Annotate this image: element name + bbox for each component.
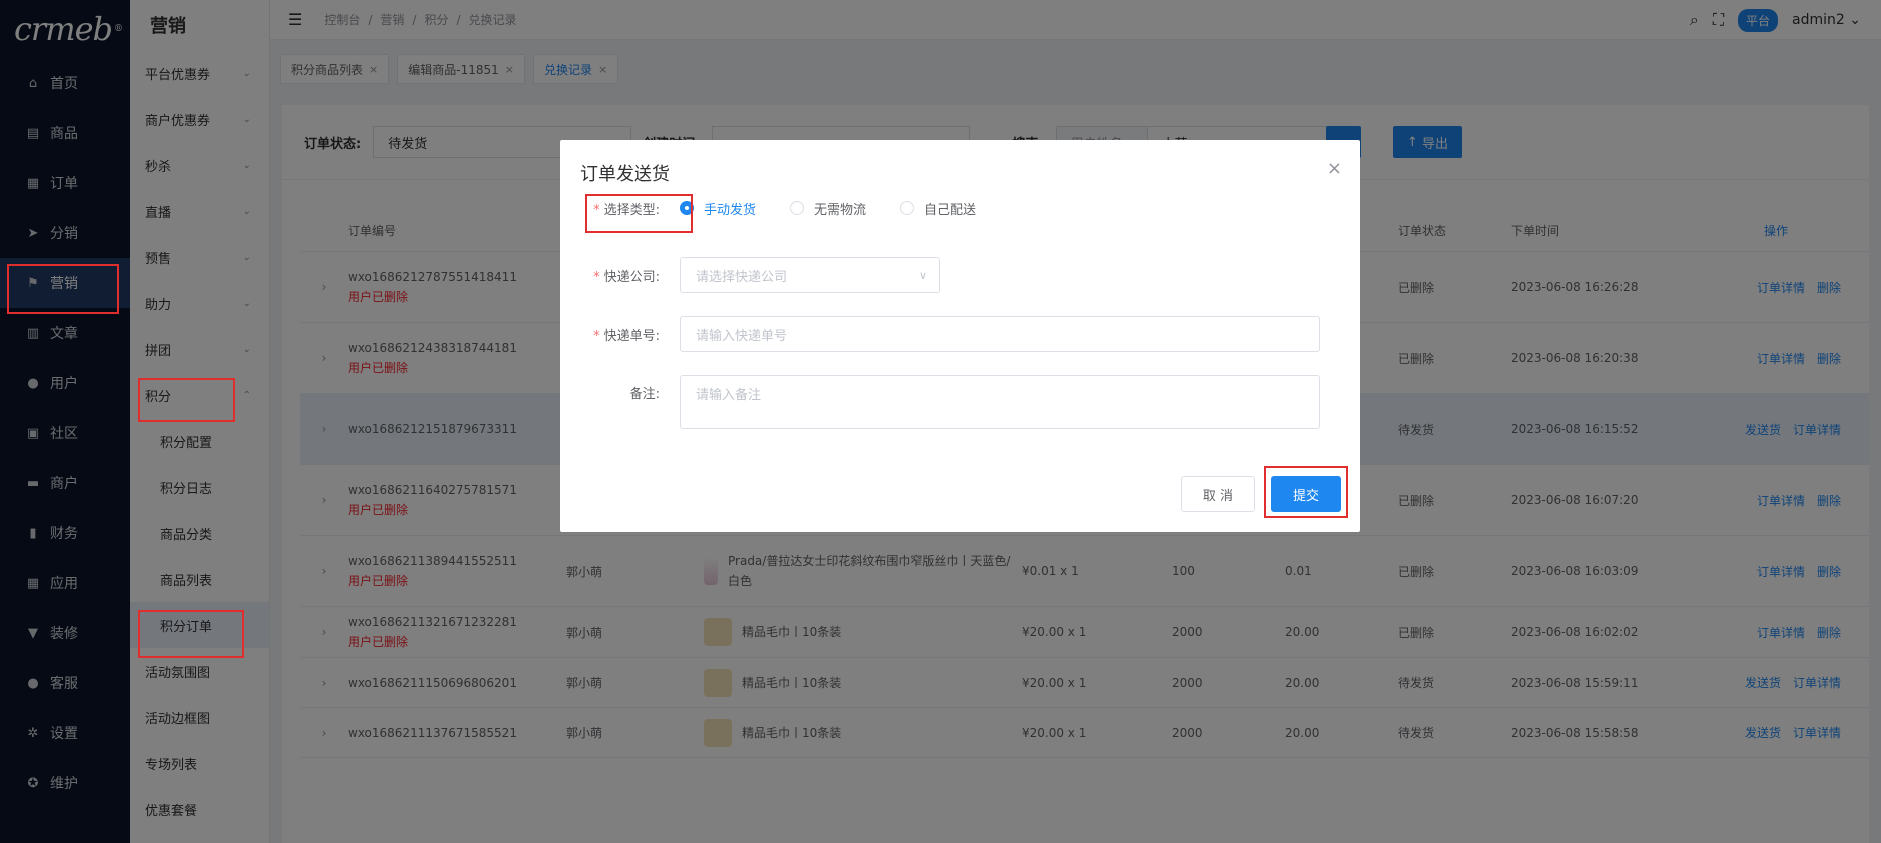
tracking-label: * 快递单号: [593, 328, 660, 344]
cancel-button[interactable]: 取 消 [1181, 476, 1255, 512]
radio-self-delivery[interactable]: 自己配送 [900, 199, 976, 218]
company-row: * 快递公司: 请选择快递公司 ∨ [560, 257, 1360, 293]
highlight-type-label [585, 194, 693, 233]
tracking-number-input[interactable]: 请输入快递单号 [680, 316, 1320, 352]
remark-textarea[interactable]: 请输入备注 [680, 375, 1320, 429]
chevron-down-icon: ∨ [918, 268, 927, 282]
remark-label: 备注: [629, 387, 660, 402]
close-icon[interactable]: × [1327, 158, 1342, 179]
highlight-submit [1264, 466, 1348, 518]
highlight-points [138, 378, 235, 422]
company-label: * 快递公司: [593, 269, 660, 285]
highlight-points-order [138, 610, 244, 658]
highlight-marketing [7, 264, 119, 314]
radio-no-logistics[interactable]: 无需物流 [790, 199, 866, 218]
dialog-title: 订单发送货 [580, 164, 670, 185]
remark-row: 备注: 请输入备注 [560, 375, 1360, 429]
tracking-row: * 快递单号: 请输入快递单号 [560, 316, 1360, 352]
courier-company-select[interactable]: 请选择快递公司 ∨ [680, 257, 940, 293]
